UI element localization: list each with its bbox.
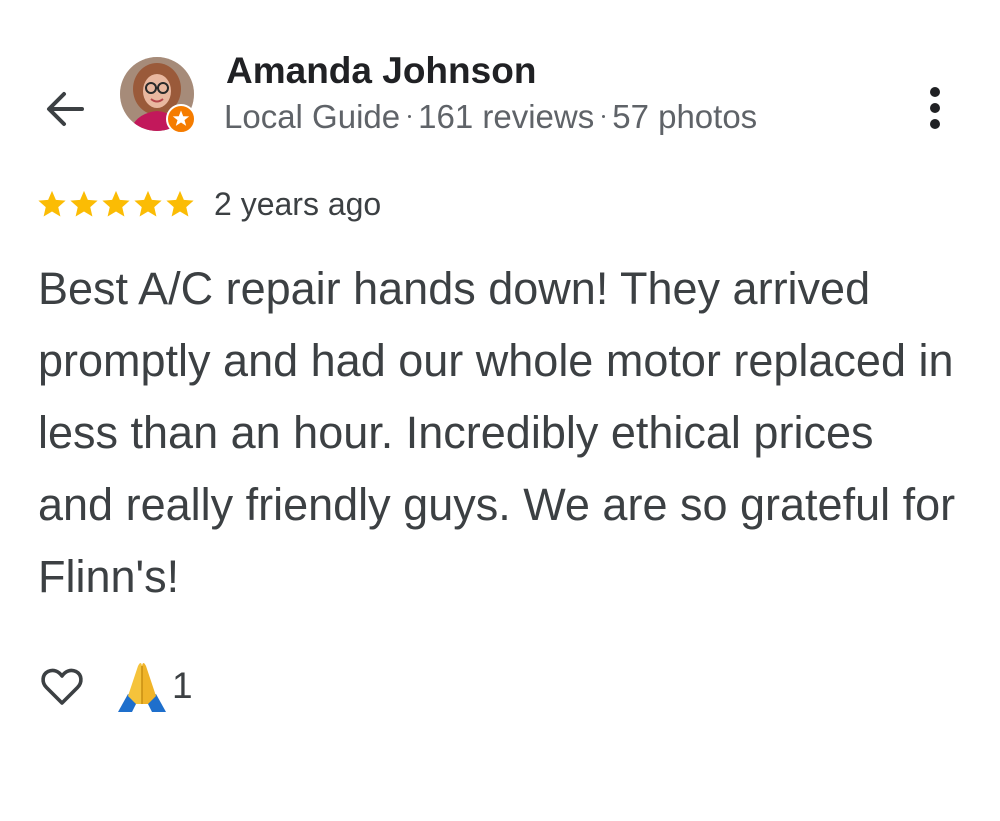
review-header: Amanda Johnson Local Guide 161 reviews 57 … (0, 0, 1000, 170)
star-icon (166, 190, 194, 217)
local-guide-star-icon (166, 104, 196, 134)
like-button[interactable] (38, 662, 86, 710)
review-timestamp: 2 years ago (214, 185, 382, 222)
star-icon (38, 190, 66, 217)
meta-separator (408, 114, 412, 118)
back-button[interactable] (40, 84, 90, 134)
heart-outline-icon (41, 668, 83, 705)
star-rating (36, 188, 196, 220)
folded-hands-icon (118, 663, 166, 712)
rating-row: 2 years ago (36, 184, 381, 224)
star-icon (70, 190, 98, 217)
star-icon (102, 190, 130, 217)
arrow-back-icon (47, 92, 84, 126)
local-guide-badge (166, 104, 196, 134)
review-text: Best A/C repair hands down! They arrived… (38, 263, 956, 602)
local-guide-label: Local Guide (224, 98, 401, 135)
avatar-container (120, 57, 196, 134)
star-icon (134, 190, 162, 217)
review-actions: 1 (38, 656, 193, 716)
photo-count: 57 photos (612, 98, 758, 135)
meta-separator (602, 114, 606, 118)
more-options-button[interactable] (915, 84, 955, 132)
user-meta: Local Guide 161 reviews 57 photos (224, 98, 757, 136)
more-vert-icon (930, 87, 940, 129)
user-name[interactable]: Amanda Johnson (226, 50, 536, 92)
reaction-button[interactable]: 1 (116, 658, 193, 714)
review-count: 161 reviews (418, 98, 595, 135)
reaction-count: 1 (172, 665, 193, 706)
